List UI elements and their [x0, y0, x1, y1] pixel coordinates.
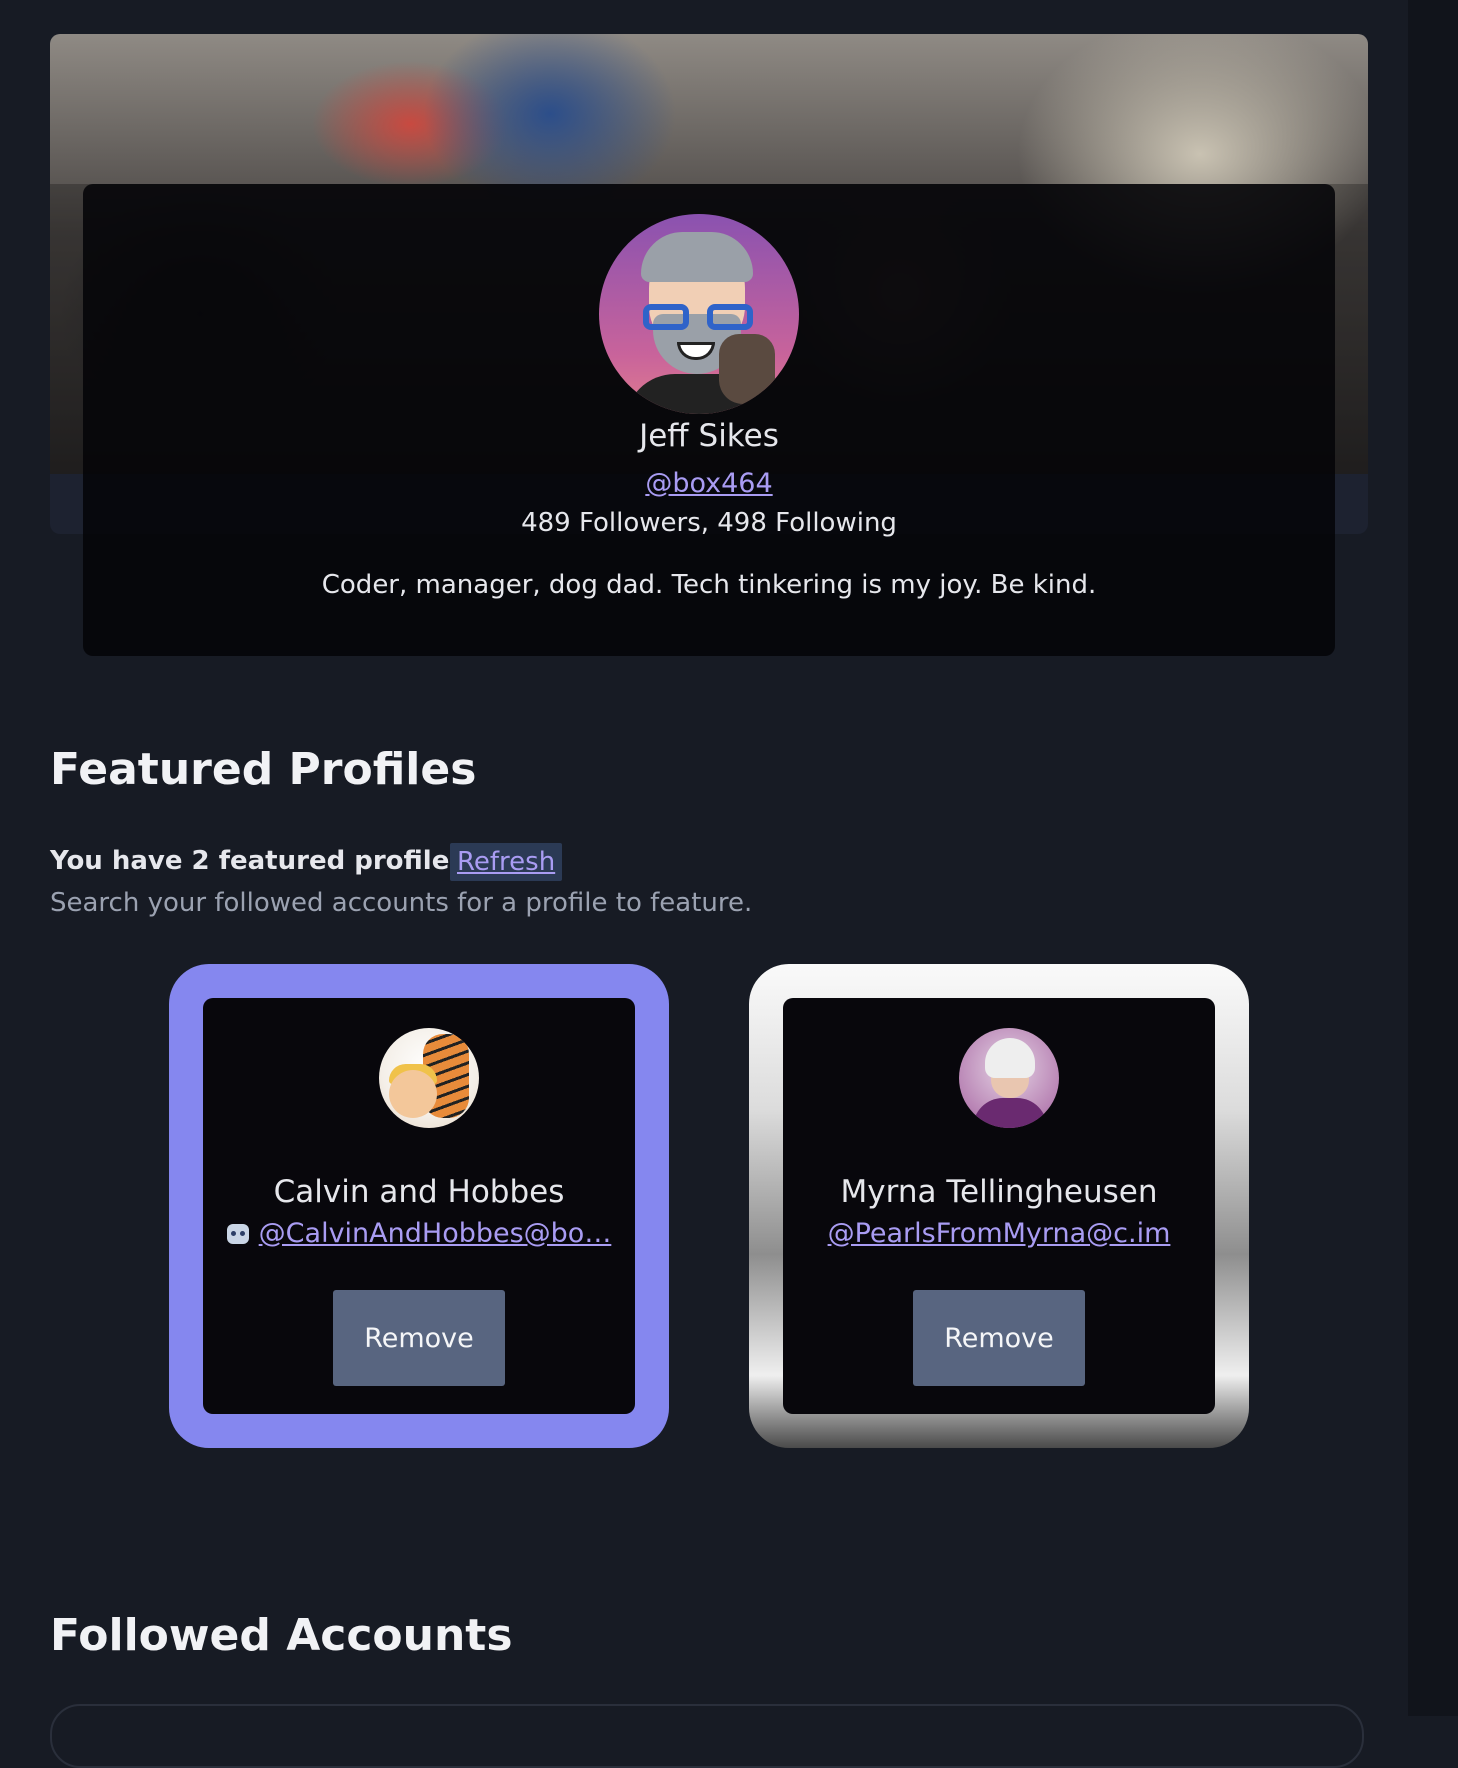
profile-handle-link[interactable]: @box464 — [83, 468, 1335, 499]
profile-stats: 489 Followers, 498 Following — [521, 508, 897, 538]
refresh-link[interactable]: Refresh — [450, 843, 563, 881]
featured-card-calvin: Calvin and Hobbes @CalvinAndHobbes@bo… R… — [169, 964, 669, 1448]
bot-icon — [226, 1224, 249, 1244]
featured-handle-link[interactable]: @PearlsFromMyrna@c.im — [828, 1218, 1171, 1249]
followed-accounts-heading: Followed Accounts — [50, 1610, 513, 1661]
featured-card-myrna: Myrna Tellingheusen @PearlsFromMyrna@c.i… — [749, 964, 1249, 1448]
featured-count-text: You have 2 featured profiles. — [50, 846, 475, 876]
avatar — [959, 1028, 1059, 1128]
profile-bio: Coder, manager, dog dad. Tech tinkering … — [321, 570, 1097, 600]
search-hint: Search your followed accounts for a prof… — [50, 888, 753, 918]
profile-name: Jeff Sikes — [639, 418, 779, 454]
followed-accounts-list — [50, 1704, 1364, 1768]
featured-name: Myrna Tellingheusen — [840, 1174, 1158, 1210]
remove-button[interactable]: Remove — [913, 1290, 1085, 1386]
right-edge-panel — [1408, 0, 1458, 1716]
featured-name: Calvin and Hobbes — [273, 1174, 565, 1210]
featured-profiles-heading: Featured Profiles — [50, 744, 477, 795]
featured-handle-link[interactable]: @CalvinAndHobbes@bo… — [259, 1218, 612, 1249]
remove-button[interactable]: Remove — [333, 1290, 505, 1386]
profile-avatar — [599, 214, 799, 414]
avatar — [379, 1028, 479, 1128]
